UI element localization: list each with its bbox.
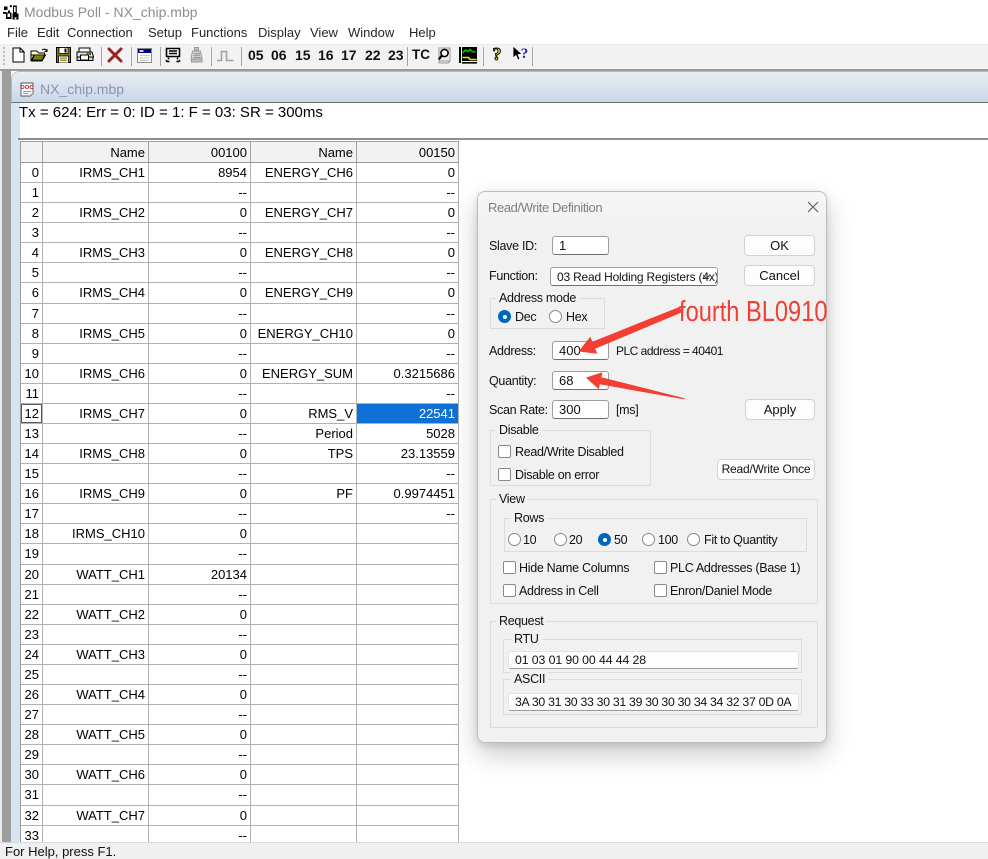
svg-text:DOC: DOC <box>21 85 34 91</box>
svg-text:?: ? <box>493 45 502 64</box>
